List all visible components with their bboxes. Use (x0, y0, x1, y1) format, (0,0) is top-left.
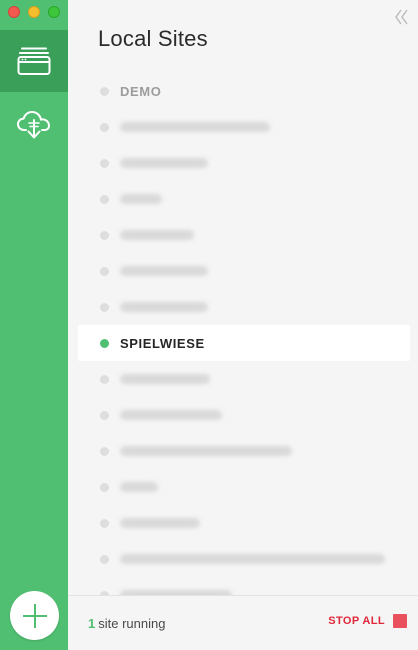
site-stopped-indicator (100, 122, 109, 132)
site-stopped-indicator (100, 554, 109, 564)
site-name-redacted (120, 446, 292, 456)
site-name-redacted (120, 122, 270, 132)
site-stopped-indicator (100, 194, 109, 204)
site-name-redacted (120, 410, 222, 420)
sidebar-item-sites[interactable] (0, 30, 68, 92)
site-row[interactable] (78, 109, 410, 145)
site-name-redacted (120, 374, 210, 384)
minimize-window-button[interactable] (28, 6, 40, 18)
site-name-redacted (120, 266, 208, 276)
cloud-download-icon (17, 111, 50, 139)
running-text: site running (98, 616, 166, 631)
site-name: SPIELWIESE (120, 335, 205, 351)
site-row[interactable] (78, 253, 410, 289)
sidebar (0, 0, 68, 650)
site-name-redacted (120, 230, 194, 240)
site-name-redacted (120, 482, 158, 492)
app-window: Local Sites DEMO SPIELWIESE 1 site running… (0, 0, 418, 650)
site-row[interactable]: SPIELWIESE (78, 325, 410, 361)
running-status: 1 site running (88, 616, 165, 631)
add-site-button[interactable] (10, 591, 59, 640)
site-name-redacted (120, 194, 162, 204)
footer-bar: 1 site running STOP ALL (68, 595, 418, 650)
site-stopped-indicator (100, 158, 109, 168)
site-row[interactable] (78, 505, 410, 541)
site-row[interactable]: DEMO (78, 73, 410, 109)
window-controls (8, 6, 60, 18)
stop-icon (393, 614, 407, 628)
stop-all-label: STOP ALL (328, 615, 385, 627)
site-list: DEMO SPIELWIESE (78, 73, 410, 613)
site-row[interactable] (78, 289, 410, 325)
site-name-redacted (120, 158, 208, 168)
browser-window-icon (17, 47, 51, 75)
site-stopped-indicator (100, 266, 109, 276)
site-name-redacted (120, 302, 208, 312)
site-stopped-indicator (100, 410, 109, 420)
collapse-sidebar-icon[interactable] (394, 8, 410, 26)
page-title: Local Sites (98, 26, 208, 51)
site-stopped-indicator (100, 446, 109, 456)
site-row[interactable] (78, 181, 410, 217)
site-row[interactable] (78, 433, 410, 469)
site-name-redacted (120, 518, 200, 528)
site-running-indicator (100, 338, 109, 348)
maximize-window-button[interactable] (48, 6, 60, 18)
site-row[interactable] (78, 145, 410, 181)
site-stopped-indicator (100, 374, 109, 384)
site-row[interactable] (78, 469, 410, 505)
close-window-button[interactable] (8, 6, 20, 18)
site-stopped-indicator (100, 230, 109, 240)
main-panel: Local Sites DEMO SPIELWIESE 1 site running… (68, 0, 418, 650)
site-row[interactable] (78, 541, 410, 577)
site-stopped-indicator (100, 86, 109, 96)
site-name: DEMO (120, 83, 162, 99)
site-name-redacted (120, 554, 385, 564)
site-stopped-indicator (100, 302, 109, 312)
site-row[interactable] (78, 397, 410, 433)
sidebar-item-connect[interactable] (0, 100, 68, 150)
site-row[interactable] (78, 217, 410, 253)
site-stopped-indicator (100, 482, 109, 492)
stop-all-button[interactable]: STOP ALL (328, 614, 407, 628)
plus-icon (22, 603, 47, 628)
site-stopped-indicator (100, 518, 109, 528)
running-count: 1 (88, 616, 96, 631)
site-row[interactable] (78, 361, 410, 397)
